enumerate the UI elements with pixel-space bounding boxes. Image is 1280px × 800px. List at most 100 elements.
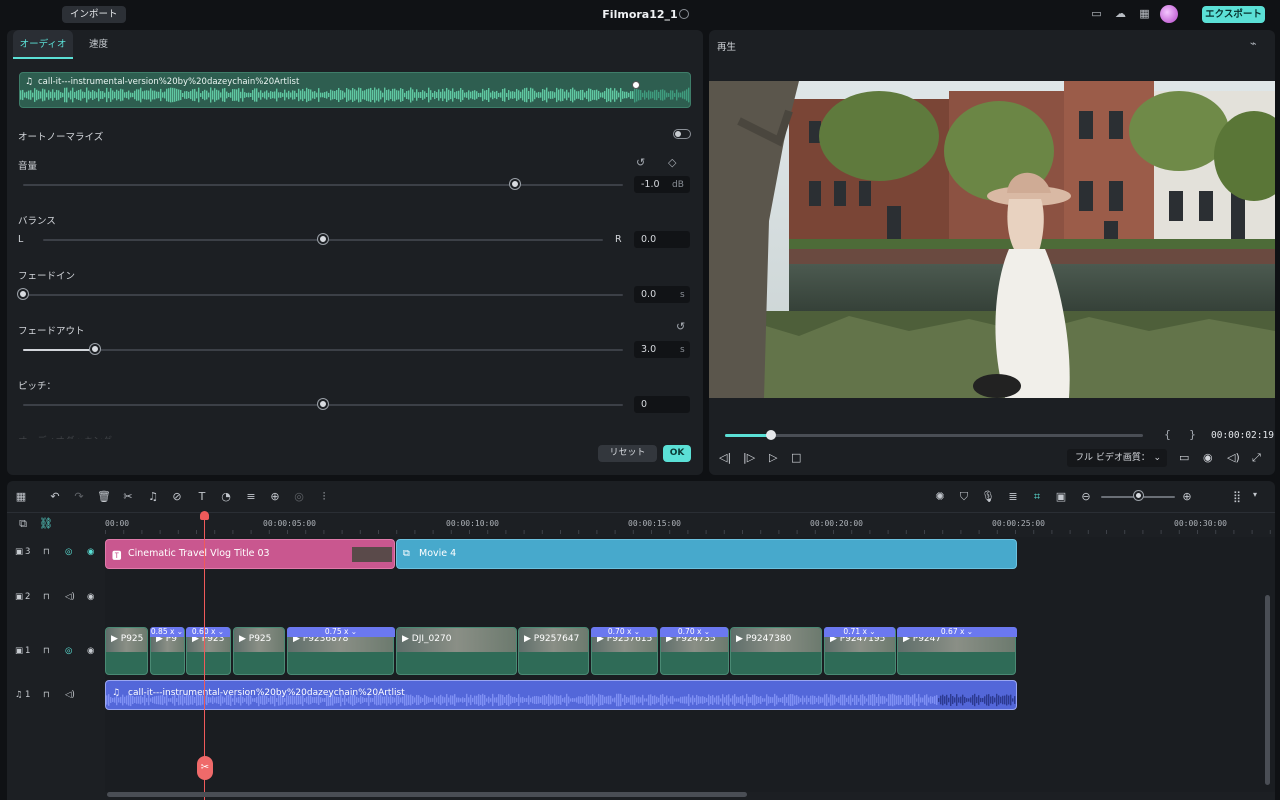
- speed-tag[interactable]: 0.70 x ⌄: [591, 627, 657, 637]
- vertical-scrollbar[interactable]: [1265, 595, 1270, 785]
- balance-slider-knob[interactable]: [318, 234, 328, 244]
- cloud-icon[interactable]: ☁: [1114, 8, 1127, 20]
- mute-icon[interactable]: ◎: [65, 547, 72, 557]
- redo-icon[interactable]: ↷: [71, 490, 87, 503]
- pitch-slider-knob[interactable]: [318, 399, 328, 409]
- keyframe-icon[interactable]: ◇: [668, 156, 676, 169]
- mark-in-icon[interactable]: {: [1164, 428, 1171, 441]
- zoom-slider-knob[interactable]: [1134, 491, 1143, 500]
- tab-audio[interactable]: オーディオ: [13, 30, 73, 59]
- waveform-icon[interactable]: ⫶: [316, 490, 332, 504]
- waveform-scope-icon[interactable]: ⌁: [1250, 37, 1257, 50]
- display-icon[interactable]: ▭: [1179, 451, 1189, 464]
- delete-icon[interactable]: 🗑: [96, 490, 112, 503]
- mark-out-icon[interactable]: }: [1189, 428, 1196, 441]
- voiceover-icon[interactable]: ≣: [1005, 490, 1021, 503]
- fade-out-reset-icon[interactable]: ↺: [676, 320, 685, 333]
- lock-icon[interactable]: ⊓: [43, 592, 50, 602]
- speed-tag[interactable]: 0.71 x ⌄: [824, 627, 895, 637]
- pitch-input[interactable]: 0: [634, 396, 690, 413]
- export-button[interactable]: エクスポート: [1202, 6, 1265, 23]
- speaker-icon[interactable]: ◁): [65, 690, 75, 700]
- balance-input[interactable]: 0.0: [634, 231, 690, 248]
- cut-icon[interactable]: ✂: [120, 490, 136, 503]
- tab-speed[interactable]: 速度: [89, 30, 108, 59]
- preview-scrubber-knob[interactable]: [765, 430, 776, 440]
- snap-icon[interactable]: ⌗: [1029, 490, 1045, 504]
- microphone-icon[interactable]: 🎙: [980, 490, 996, 503]
- zoom-in-icon[interactable]: ⊕: [1179, 490, 1195, 503]
- fade-out-unit: s: [680, 345, 685, 355]
- layout-grid-icon[interactable]: ▦: [13, 490, 29, 503]
- mask-icon[interactable]: ⊕: [267, 490, 283, 503]
- shield-icon[interactable]: ⛉: [956, 490, 972, 504]
- playhead-cut-button[interactable]: ✂: [197, 756, 213, 780]
- chevron-down-icon[interactable]: ▾: [1247, 490, 1263, 499]
- undo-icon[interactable]: ↶: [47, 490, 63, 503]
- speed-icon[interactable]: ◔: [218, 490, 234, 503]
- step-forward-icon[interactable]: |▷: [743, 451, 755, 464]
- volume-slider-knob[interactable]: [510, 179, 520, 189]
- movie-clip[interactable]: ⧉ Movie 4: [396, 539, 1017, 569]
- stabilize-icon[interactable]: ◎: [291, 490, 307, 503]
- tag-icon[interactable]: ⊘: [169, 490, 185, 503]
- fade-out-slider-knob[interactable]: [90, 344, 100, 354]
- video-clip[interactable]: ▶ P9247380: [730, 627, 822, 675]
- title-clip[interactable]: 🆃 Cinematic Travel Vlog Title 03: [105, 539, 395, 569]
- horizontal-scrollbar[interactable]: [107, 792, 747, 797]
- auto-normalize-toggle[interactable]: [673, 129, 691, 139]
- snapshot-icon[interactable]: ◉: [1203, 451, 1213, 464]
- video-preview[interactable]: [709, 81, 1275, 398]
- video-frame-image: [709, 81, 1275, 398]
- import-button[interactable]: インポート: [62, 6, 126, 23]
- speed-tag[interactable]: 0.67 x ⌄: [897, 627, 1017, 637]
- speed-tag[interactable]: 0.60 x ⌄: [186, 627, 230, 637]
- fullscreen-icon[interactable]: ⤢: [1252, 451, 1261, 465]
- reset-button[interactable]: リセット: [598, 445, 657, 462]
- audio-clip-waveform[interactable]: ♫ call-it---instrumental-version%20by%20…: [19, 72, 691, 108]
- lock-icon[interactable]: ⊓: [43, 690, 50, 700]
- grid-icon[interactable]: ▦: [1138, 8, 1151, 20]
- volume-icon[interactable]: ◁): [1227, 451, 1240, 464]
- reset-icon[interactable]: ↺: [636, 156, 645, 169]
- add-track-icon[interactable]: ⧉: [15, 517, 31, 531]
- video-clip[interactable]: ▶ P925: [105, 627, 148, 675]
- track-height-icon[interactable]: ⣿: [1229, 490, 1245, 503]
- audio-edit-icon[interactable]: ♫: [145, 490, 161, 503]
- lock-icon[interactable]: ⊓: [43, 547, 50, 557]
- preview-scrubber-track[interactable]: [725, 434, 1143, 437]
- play-icon[interactable]: ▷: [769, 451, 777, 464]
- layout-icon[interactable]: ▭: [1090, 8, 1103, 20]
- video-clip[interactable]: ▶ P9257647: [518, 627, 589, 675]
- avatar[interactable]: [1160, 5, 1178, 23]
- volume-slider-track[interactable]: [23, 184, 623, 186]
- zoom-out-icon[interactable]: ⊖: [1078, 490, 1094, 503]
- adjust-icon[interactable]: ≡: [243, 490, 259, 503]
- video-clip[interactable]: ▶ DJI_0270: [396, 627, 517, 675]
- title-clip-label: Cinematic Travel Vlog Title 03: [128, 548, 270, 559]
- step-back-icon[interactable]: ◁|: [719, 451, 731, 464]
- speaker-icon[interactable]: ◁): [65, 592, 75, 602]
- lock-icon[interactable]: ⊓: [43, 646, 50, 656]
- eye-icon[interactable]: ◉: [87, 646, 94, 656]
- speed-tag[interactable]: 0.75 x ⌄: [287, 627, 395, 637]
- fade-out-slider-track[interactable]: [23, 349, 623, 351]
- quality-dropdown[interactable]: フル ビデオ画質： ⌄: [1067, 449, 1167, 467]
- mute-icon[interactable]: ◎: [65, 646, 72, 656]
- eye-icon[interactable]: ◉: [87, 592, 94, 602]
- link-icon[interactable]: ⛓: [38, 517, 54, 530]
- stop-icon[interactable]: □: [791, 451, 801, 464]
- speed-tag[interactable]: 0.70 x ⌄: [660, 627, 728, 637]
- ok-button[interactable]: OK: [663, 445, 691, 462]
- split-screen-icon[interactable]: ▣: [1053, 490, 1069, 503]
- preview-timecode: 00:00:02:19: [1211, 430, 1274, 441]
- audio-clip[interactable]: ♫ call-it---instrumental-version%20by%20…: [105, 680, 1017, 710]
- fade-in-slider-knob[interactable]: [18, 289, 28, 299]
- fade-in-slider-track[interactable]: [23, 294, 623, 296]
- video-clip[interactable]: ▶ P925: [233, 627, 285, 675]
- render-icon[interactable]: ✺: [932, 490, 948, 503]
- eye-off-icon[interactable]: ◉: [87, 547, 94, 557]
- text-icon[interactable]: T: [194, 490, 210, 503]
- speed-tag[interactable]: 0.85 x ⌄: [150, 627, 184, 637]
- fade-handle[interactable]: [632, 81, 640, 89]
